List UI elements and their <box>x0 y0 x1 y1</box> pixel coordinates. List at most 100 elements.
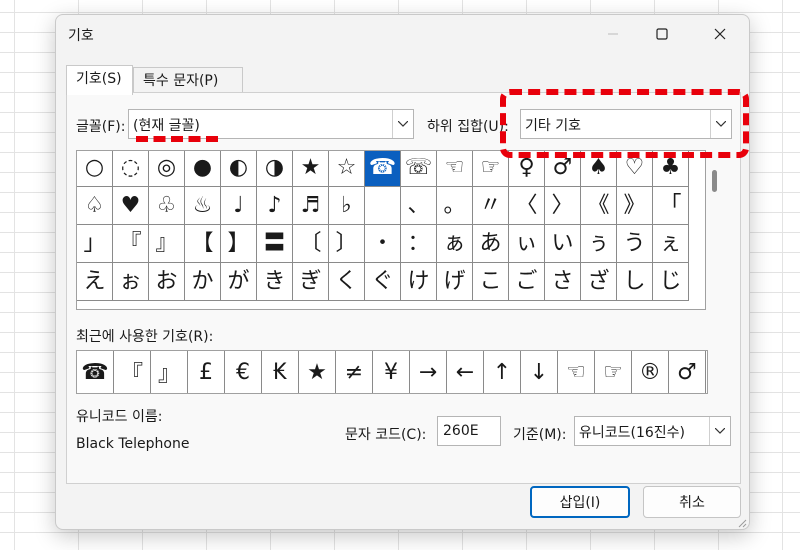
symbol-cell[interactable]: ♩ <box>221 187 257 225</box>
recent-symbol-cell[interactable]: ★ <box>299 351 336 393</box>
recent-symbol-cell[interactable]: ↓ <box>521 351 558 393</box>
symbol-cell[interactable]: 』 <box>149 225 185 263</box>
symbol-cell[interactable]: ● <box>185 151 221 187</box>
font-select[interactable]: (현재 글꼴) <box>128 109 414 139</box>
maximize-button[interactable] <box>639 18 685 50</box>
symbol-cell[interactable]: ♧ <box>149 187 185 225</box>
symbol-cell[interactable]: 《 <box>581 187 617 225</box>
recent-symbol-cell[interactable]: ♂ <box>669 351 706 393</box>
symbol-cell[interactable]: ◌ <box>113 151 149 187</box>
recent-symbol-cell[interactable]: 』 <box>151 351 188 393</box>
symbol-cell[interactable]: ぉ <box>113 263 149 301</box>
symbol-cell[interactable]: ぁ <box>437 225 473 263</box>
symbol-cell[interactable]: ◑ <box>257 151 293 187</box>
tab-symbols[interactable]: 기호(S) <box>66 65 133 95</box>
tab-special-characters[interactable]: 특수 문자(P) <box>133 67 243 93</box>
symbol-cell[interactable]: ぅ <box>581 225 617 263</box>
symbol-cell[interactable]: え <box>77 263 113 301</box>
symbol-cell[interactable]: あ <box>473 225 509 263</box>
symbol-cell[interactable]: ♭ <box>329 187 365 225</box>
symbol-cell[interactable]: ○ <box>77 151 113 187</box>
symbol-cell[interactable]: 『 <box>113 225 149 263</box>
symbol-cell[interactable]: 【 <box>185 225 221 263</box>
close-button[interactable] <box>697 18 743 50</box>
symbol-cell[interactable]: ぎ <box>293 263 329 301</box>
symbol-cell[interactable]: ぐ <box>365 263 401 301</box>
recent-symbol-cell[interactable]: ☞ <box>595 351 632 393</box>
minimize-button[interactable] <box>590 18 636 50</box>
symbol-cell[interactable]: ご <box>509 263 545 301</box>
symbol-cell[interactable]: 〔 <box>293 225 329 263</box>
recent-symbol-cell[interactable]: £ <box>188 351 225 393</box>
symbol-cell[interactable]: 〃 <box>473 187 509 225</box>
symbol-cell[interactable]: ざ <box>581 263 617 301</box>
symbol-cell[interactable]: お <box>149 263 185 301</box>
symbol-cell[interactable]: ☆ <box>329 151 365 187</box>
symbol-cell[interactable]: 。 <box>437 187 473 225</box>
symbol-cell[interactable]: 「 <box>653 187 689 225</box>
recent-symbol-cell[interactable]: ¥ <box>373 351 410 393</box>
symbol-cell[interactable]: ♥ <box>113 187 149 225</box>
basis-label: 기준(M): <box>513 427 567 443</box>
close-icon <box>714 28 726 40</box>
symbol-cell[interactable] <box>365 187 401 225</box>
recent-symbol-cell[interactable]: → <box>410 351 447 393</box>
recent-symbol-cell[interactable]: ® <box>632 351 669 393</box>
symbol-cell[interactable]: き <box>257 263 293 301</box>
symbol-cell[interactable]: ☏ <box>401 151 437 187</box>
symbol-cell[interactable]: 」 <box>77 225 113 263</box>
symbol-cell[interactable]: 〈 <box>509 187 545 225</box>
symbol-cell[interactable]: が <box>221 263 257 301</box>
symbol-cell[interactable]: ♨ <box>185 187 221 225</box>
symbol-cell[interactable]: ◐ <box>221 151 257 187</box>
symbol-cell[interactable]: 〕 <box>329 225 365 263</box>
symbol-cell[interactable]: し <box>617 263 653 301</box>
symbol-cell[interactable]: ・ <box>365 225 401 263</box>
symbol-cell[interactable]: こ <box>473 263 509 301</box>
resize-grip-icon[interactable] <box>737 518 747 528</box>
symbol-cell[interactable]: ♪ <box>257 187 293 225</box>
symbol-cell[interactable]: 〓 <box>257 225 293 263</box>
symbol-cell[interactable]: 、 <box>401 187 437 225</box>
symbol-cell[interactable]: じ <box>653 263 689 301</box>
char-code-input[interactable]: 260E <box>437 416 501 446</box>
symbol-grid-scrollbar[interactable] <box>708 150 722 310</box>
symbol-cell[interactable]: 》 <box>617 187 653 225</box>
symbol-cell[interactable]: か <box>185 263 221 301</box>
recent-symbol-cell[interactable]: ← <box>447 351 484 393</box>
symbol-cell[interactable]: 〉 <box>545 187 581 225</box>
symbol-cell[interactable]: ★ <box>293 151 329 187</box>
insert-button[interactable]: 삽입(I) <box>530 486 630 518</box>
symbol-cell[interactable]: ☜ <box>437 151 473 187</box>
symbol-cell[interactable]: け <box>401 263 437 301</box>
symbol-cell[interactable]: う <box>617 225 653 263</box>
recent-symbol-cell[interactable]: ≠ <box>336 351 373 393</box>
symbol-grid[interactable]: ○ ◌ ◎ ● ◐ ◑ ★ ☆ ☎ ☏ ☜ ☞ ♀ ♂ ♠ ♡ ♣ ♤ ♥ ♧ ♨ ♩ ♪ ♬ ♭、。〃〈〉《》「」『』【】〓〔… <box>76 150 706 310</box>
symbol-cell[interactable]: ぇ <box>653 225 689 263</box>
symbol-cell[interactable]: ♬ <box>293 187 329 225</box>
recent-symbol-cell[interactable]: ☎ <box>77 351 114 393</box>
symbol-cell[interactable]: ◎ <box>149 151 185 187</box>
symbol-cell[interactable]: く <box>329 263 365 301</box>
symbol-cell[interactable]: げ <box>437 263 473 301</box>
recent-symbol-cell[interactable]: € <box>225 351 262 393</box>
scrollbar-thumb[interactable] <box>712 170 717 192</box>
symbol-cell[interactable]: さ <box>545 263 581 301</box>
recent-symbols-row[interactable]: ☎ 『』 £ € ₭ ★ ≠ ¥ → ← ↑ ↓ ☜ ☞ ® ♂ <box>76 350 708 394</box>
cancel-button[interactable]: 취소 <box>643 486 741 518</box>
recent-symbol-cell[interactable]: 『 <box>114 351 151 393</box>
recent-symbol-cell[interactable]: ☜ <box>558 351 595 393</box>
recent-label: 최근에 사용한 기호(R): <box>76 329 214 345</box>
recent-symbol-cell[interactable]: ₭ <box>262 351 299 393</box>
symbol-cell-selected[interactable]: ☎ <box>365 151 401 187</box>
symbol-cell[interactable]: い <box>545 225 581 263</box>
symbol-cell[interactable]: 】 <box>221 225 257 263</box>
symbol-cell[interactable]: ： <box>401 225 437 263</box>
basis-select[interactable]: 유니코드(16진수) <box>574 416 731 446</box>
unicode-name-value: Black Telephone <box>76 436 190 452</box>
char-code-value: 260E <box>443 423 479 439</box>
symbol-cell[interactable]: ♤ <box>77 187 113 225</box>
minimize-icon <box>608 33 618 35</box>
symbol-cell[interactable]: ぃ <box>509 225 545 263</box>
recent-symbol-cell[interactable]: ↑ <box>484 351 521 393</box>
